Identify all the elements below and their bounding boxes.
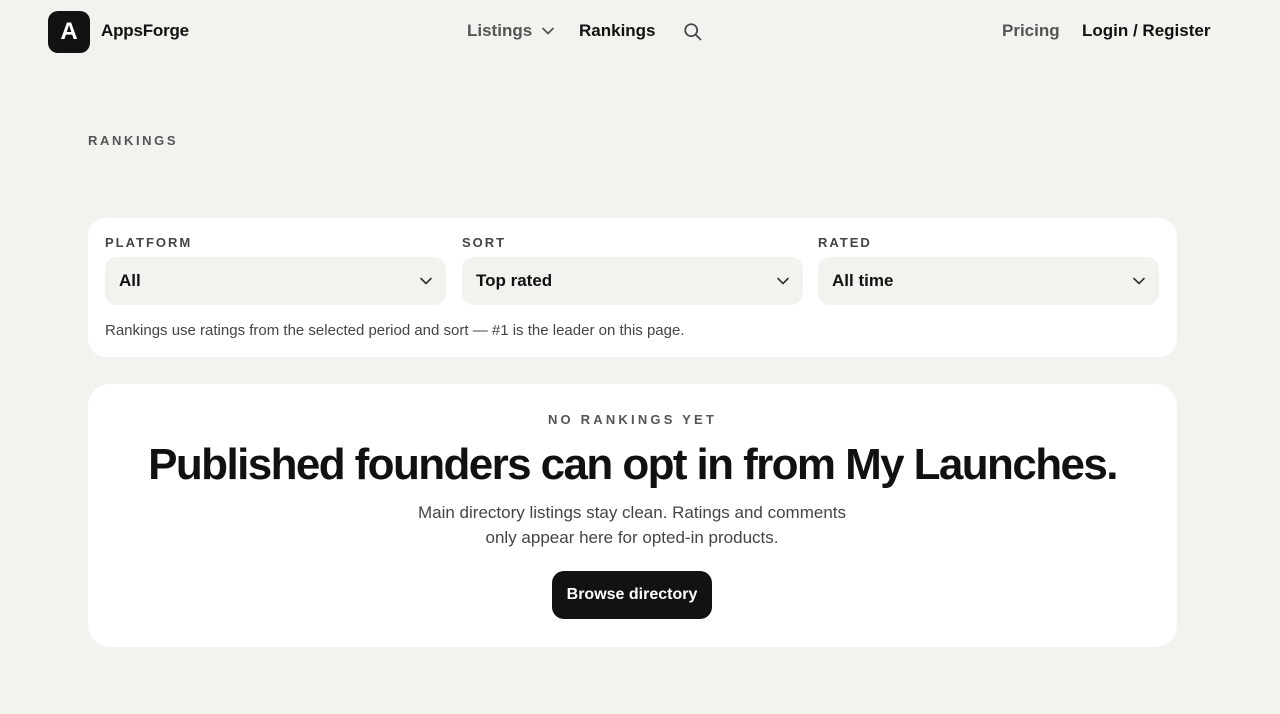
filters-card: PLATFORM All SORT Top rated RATED All ti… [88, 218, 1177, 357]
chevron-down-icon [777, 277, 789, 285]
search-icon[interactable] [683, 22, 703, 42]
empty-state-description: Main directory listings stay clean. Rati… [417, 503, 846, 547]
browse-directory-button[interactable]: Browse directory [552, 571, 712, 619]
nav-login-register[interactable]: Login / Register [1082, 21, 1210, 41]
nav-listings-label: Listings [467, 21, 533, 40]
rated-select[interactable]: All time [818, 257, 1159, 305]
platform-select-value: All [119, 271, 141, 290]
empty-state-eyebrow: NO RANKINGS YET [547, 412, 718, 427]
top-navigation: A AppsForge Listings Rankings Pricing Lo… [0, 0, 1280, 64]
platform-select[interactable]: All [105, 257, 446, 305]
chevron-down-icon [420, 277, 432, 285]
nav-listings[interactable]: Listings [467, 21, 555, 41]
empty-state-card: NO RANKINGS YET Published founders can o… [88, 384, 1177, 647]
sort-select[interactable]: Top rated [462, 257, 803, 305]
sort-select-value: Top rated [476, 271, 553, 290]
filters-note: Rankings use ratings from the selected p… [105, 322, 685, 339]
chevron-down-icon [542, 27, 555, 35]
nav-pricing[interactable]: Pricing [1002, 21, 1060, 41]
logo-mark[interactable]: A [48, 11, 90, 53]
empty-state-headline: Published founders can opt in from My La… [148, 440, 1118, 489]
rated-select-value: All time [832, 271, 894, 290]
page-eyebrow: RANKINGS [88, 133, 179, 148]
platform-label: PLATFORM [105, 235, 193, 250]
nav-rankings[interactable]: Rankings [579, 21, 656, 41]
rated-label: RATED [818, 235, 872, 250]
brand-name[interactable]: AppsForge [101, 21, 189, 41]
chevron-down-icon [1133, 277, 1145, 285]
sort-label: SORT [462, 235, 507, 250]
